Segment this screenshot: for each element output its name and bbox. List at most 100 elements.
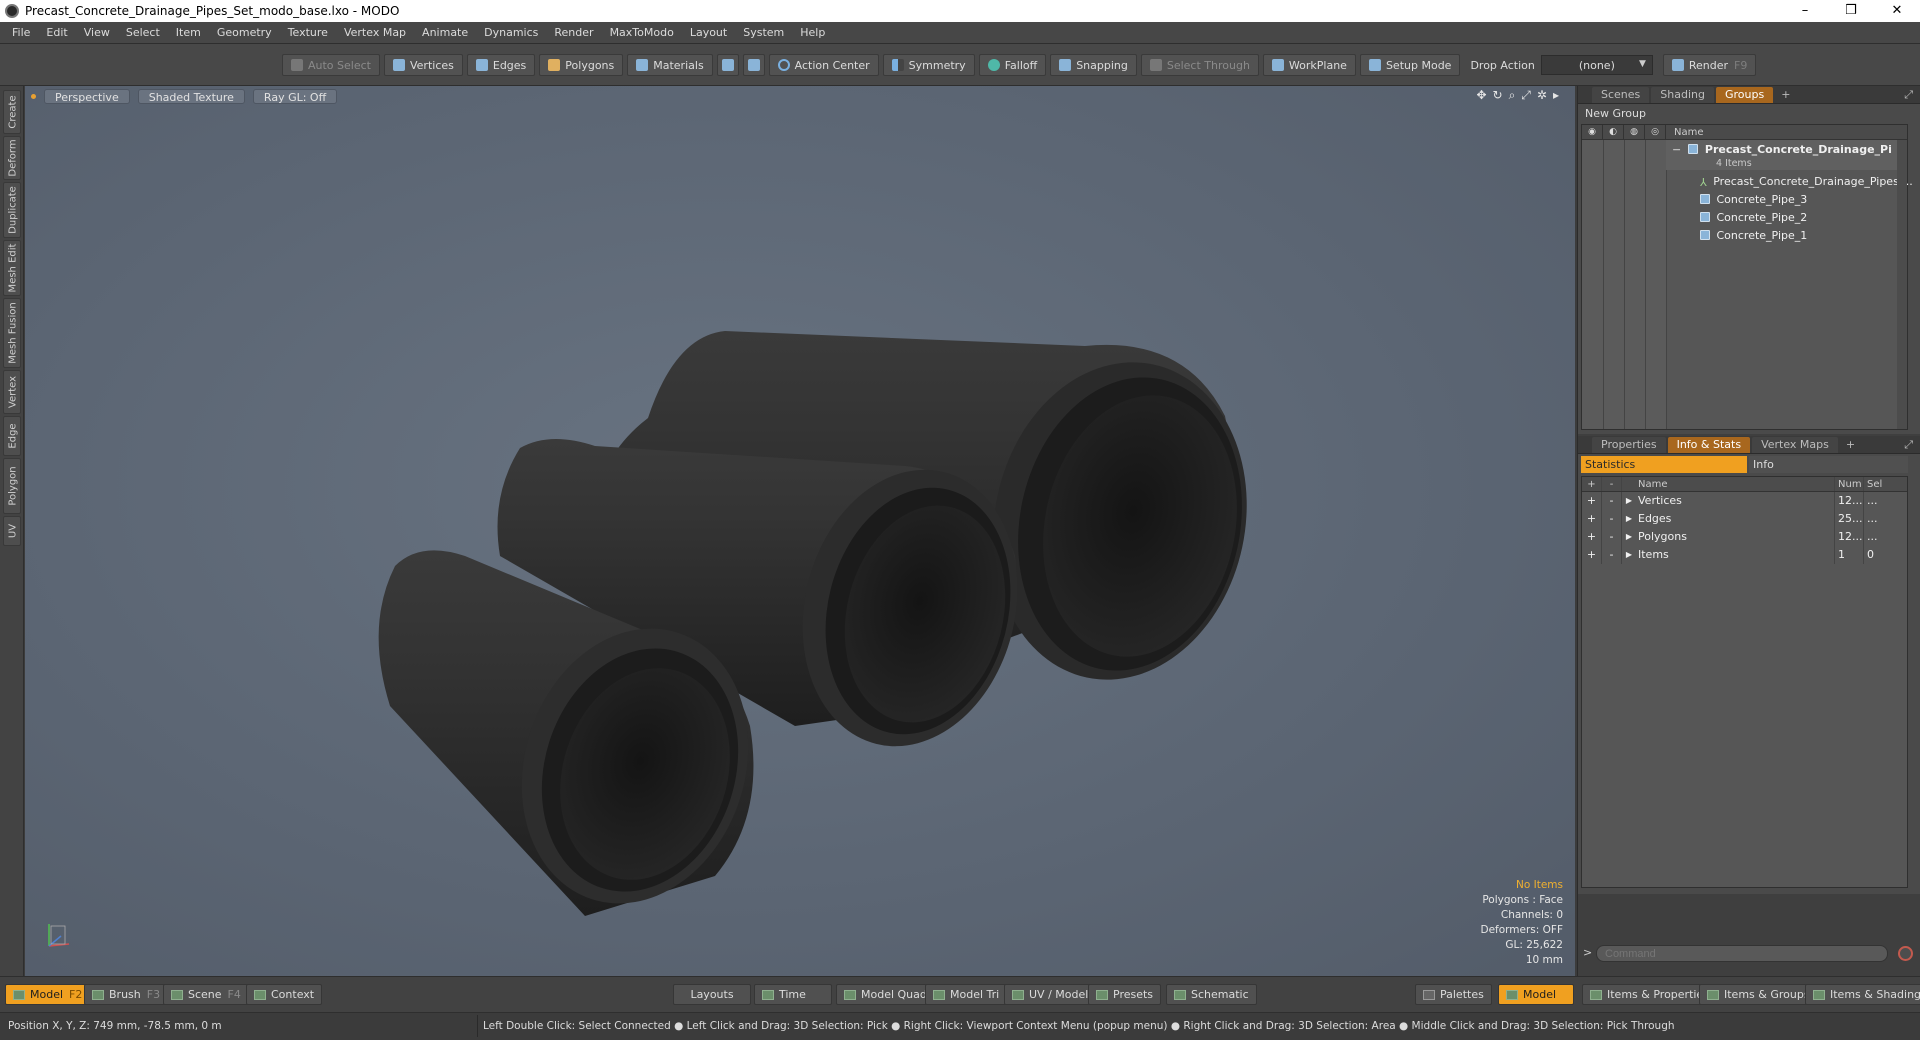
tab-groups[interactable]: Groups: [1715, 86, 1774, 103]
table-row[interactable]: + - ▶ Items 1 0: [1582, 546, 1907, 564]
layout-bar: Model F2 Brush F3 Scene F4 Context Layou…: [0, 976, 1920, 1012]
symmetry-button[interactable]: Symmetry: [882, 54, 975, 76]
expand-panel-icon[interactable]: ⤢: [1904, 438, 1913, 452]
render-visibility-icon[interactable]: ◐: [1603, 124, 1624, 140]
items-properties-button[interactable]: Items & Properties: [1582, 984, 1717, 1005]
add-icon[interactable]: +: [1582, 510, 1602, 528]
expand-arrow-icon[interactable]: ▶: [1622, 510, 1636, 528]
select-lock-icon[interactable]: ◎: [1645, 124, 1666, 140]
group-child-pipe-3[interactable]: Concrete_Pipe_3: [1700, 191, 1807, 209]
items-shading-button[interactable]: Items & Shading: [1805, 984, 1920, 1005]
layout-schematic-button[interactable]: Schematic: [1166, 984, 1257, 1005]
3d-viewport[interactable]: Perspective Shaded Texture Ray GL: Off ✥…: [25, 86, 1575, 976]
tab-scenes[interactable]: Scenes: [1592, 86, 1650, 103]
eye-icon[interactable]: ◉: [1582, 124, 1603, 140]
record-macro-icon[interactable]: [1898, 946, 1913, 961]
drop-action-select[interactable]: (none) ▼: [1540, 55, 1653, 75]
vertices-button[interactable]: Vertices: [383, 54, 463, 76]
materials-button[interactable]: Materials: [627, 54, 713, 76]
group-child-pipe-2[interactable]: Concrete_Pipe_2: [1700, 209, 1807, 227]
snapping-button[interactable]: Snapping: [1050, 54, 1137, 76]
tab-uv[interactable]: UV: [3, 516, 21, 546]
remove-icon[interactable]: -: [1602, 546, 1622, 564]
minimize-button[interactable]: –: [1782, 0, 1828, 22]
tab-shading[interactable]: Shading: [1651, 86, 1714, 103]
maximize-button[interactable]: ❒: [1828, 0, 1874, 22]
add-icon[interactable]: +: [1582, 528, 1602, 546]
menu-texture[interactable]: Texture: [280, 22, 336, 44]
remove-icon[interactable]: -: [1602, 528, 1622, 546]
group-child-locator[interactable]: ⅄ Precast_Concrete_Drainage_Pipes ...: [1700, 173, 1913, 191]
layout-uv-model-button[interactable]: UV / Model: [1004, 984, 1097, 1005]
falloff-button[interactable]: Falloff: [978, 54, 1047, 76]
menu-edit[interactable]: Edit: [38, 22, 75, 44]
layout-model-quad-button[interactable]: Model Quad: [836, 984, 935, 1005]
add-icon[interactable]: +: [1582, 492, 1602, 510]
layout-model-tri-button[interactable]: Model Tri: [925, 984, 1008, 1005]
tab-info-stats[interactable]: Info & Stats: [1667, 436, 1751, 453]
select-mode-toggle-2[interactable]: [742, 54, 765, 76]
lock-icon[interactable]: ◍: [1624, 124, 1645, 140]
new-group-button[interactable]: New Group: [1581, 106, 1650, 122]
group-child-pipe-1[interactable]: Concrete_Pipe_1: [1700, 227, 1807, 245]
table-row[interactable]: + - ▶ Polygons 12... ...: [1582, 528, 1907, 546]
add-icon[interactable]: +: [1582, 546, 1602, 564]
layouts-label: Layouts: [690, 988, 734, 1001]
groups-scrollbar[interactable]: [1897, 140, 1907, 429]
menu-dynamics[interactable]: Dynamics: [476, 22, 546, 44]
render-button[interactable]: Render F9: [1662, 54, 1757, 76]
menu-geometry[interactable]: Geometry: [209, 22, 280, 44]
menu-render[interactable]: Render: [546, 22, 601, 44]
select-through-button[interactable]: Select Through: [1140, 54, 1259, 76]
table-row[interactable]: + - ▶ Edges 25... ...: [1582, 510, 1907, 528]
add-tab-icon[interactable]: +: [1840, 438, 1861, 451]
layout-brush-button[interactable]: Brush F3: [84, 984, 169, 1005]
layout-context-button[interactable]: Context: [246, 984, 323, 1005]
group-root[interactable]: − Precast_Concrete_Drainage_Pi: [1672, 141, 1892, 159]
polygons-button[interactable]: Polygons: [539, 54, 624, 76]
add-tab-icon[interactable]: +: [1775, 88, 1796, 101]
layout-time-button[interactable]: Time: [754, 984, 832, 1005]
menu-help[interactable]: Help: [792, 22, 833, 44]
group-child-label: Precast_Concrete_Drainage_Pipes ...: [1713, 175, 1913, 188]
items-groups-button[interactable]: Items & Groups: [1699, 984, 1818, 1005]
palettes-button[interactable]: Palettes: [1415, 984, 1492, 1005]
layout-model-button[interactable]: Model F2: [5, 984, 91, 1005]
auto-select-button[interactable]: Auto Select: [282, 54, 380, 76]
remove-icon[interactable]: -: [1602, 510, 1622, 528]
tab-mesh-edit[interactable]: Mesh Edit: [3, 240, 21, 296]
menu-vertex-map[interactable]: Vertex Map: [336, 22, 414, 44]
menu-item[interactable]: Item: [168, 22, 209, 44]
layouts-button[interactable]: Layouts: [673, 984, 751, 1005]
setup-mode-button[interactable]: Setup Mode: [1359, 54, 1461, 76]
select-mode-toggle-1[interactable]: [716, 54, 739, 76]
menu-select[interactable]: Select: [118, 22, 168, 44]
tab-properties[interactable]: Properties: [1592, 436, 1666, 453]
command-input[interactable]: [1596, 945, 1888, 962]
subtab-info[interactable]: Info: [1749, 456, 1908, 473]
expand-panel-icon[interactable]: ⤢: [1904, 88, 1913, 102]
workplane-button[interactable]: WorkPlane: [1262, 54, 1356, 76]
expand-arrow-icon[interactable]: ▶: [1622, 528, 1636, 546]
menu-view[interactable]: View: [76, 22, 118, 44]
remove-icon[interactable]: -: [1602, 492, 1622, 510]
menu-animate[interactable]: Animate: [414, 22, 476, 44]
menu-layout[interactable]: Layout: [682, 22, 735, 44]
menu-system[interactable]: System: [735, 22, 792, 44]
menu-file[interactable]: File: [4, 22, 38, 44]
close-button[interactable]: ✕: [1874, 0, 1920, 22]
collapse-icon[interactable]: −: [1672, 143, 1681, 156]
expand-arrow-icon[interactable]: ▶: [1622, 492, 1636, 510]
action-center-button[interactable]: Action Center: [768, 54, 879, 76]
table-row[interactable]: + - ▶ Vertices 12... ...: [1582, 492, 1907, 510]
tab-vertex-maps[interactable]: Vertex Maps: [1752, 436, 1838, 453]
subtab-statistics[interactable]: Statistics: [1581, 456, 1747, 473]
layout-model-right-button[interactable]: Model: [1498, 984, 1574, 1005]
edges-button[interactable]: Edges: [466, 54, 536, 76]
menu-maxtomodo[interactable]: MaxToModo: [602, 22, 682, 44]
materials-label: Materials: [653, 58, 704, 72]
left-tool-tabs: Create Deform Duplicate Mesh Edit Mesh F…: [0, 86, 24, 976]
layout-scene-button[interactable]: Scene F4: [163, 984, 249, 1005]
layout-presets-button[interactable]: Presets: [1088, 984, 1162, 1005]
expand-arrow-icon[interactable]: ▶: [1622, 546, 1636, 564]
